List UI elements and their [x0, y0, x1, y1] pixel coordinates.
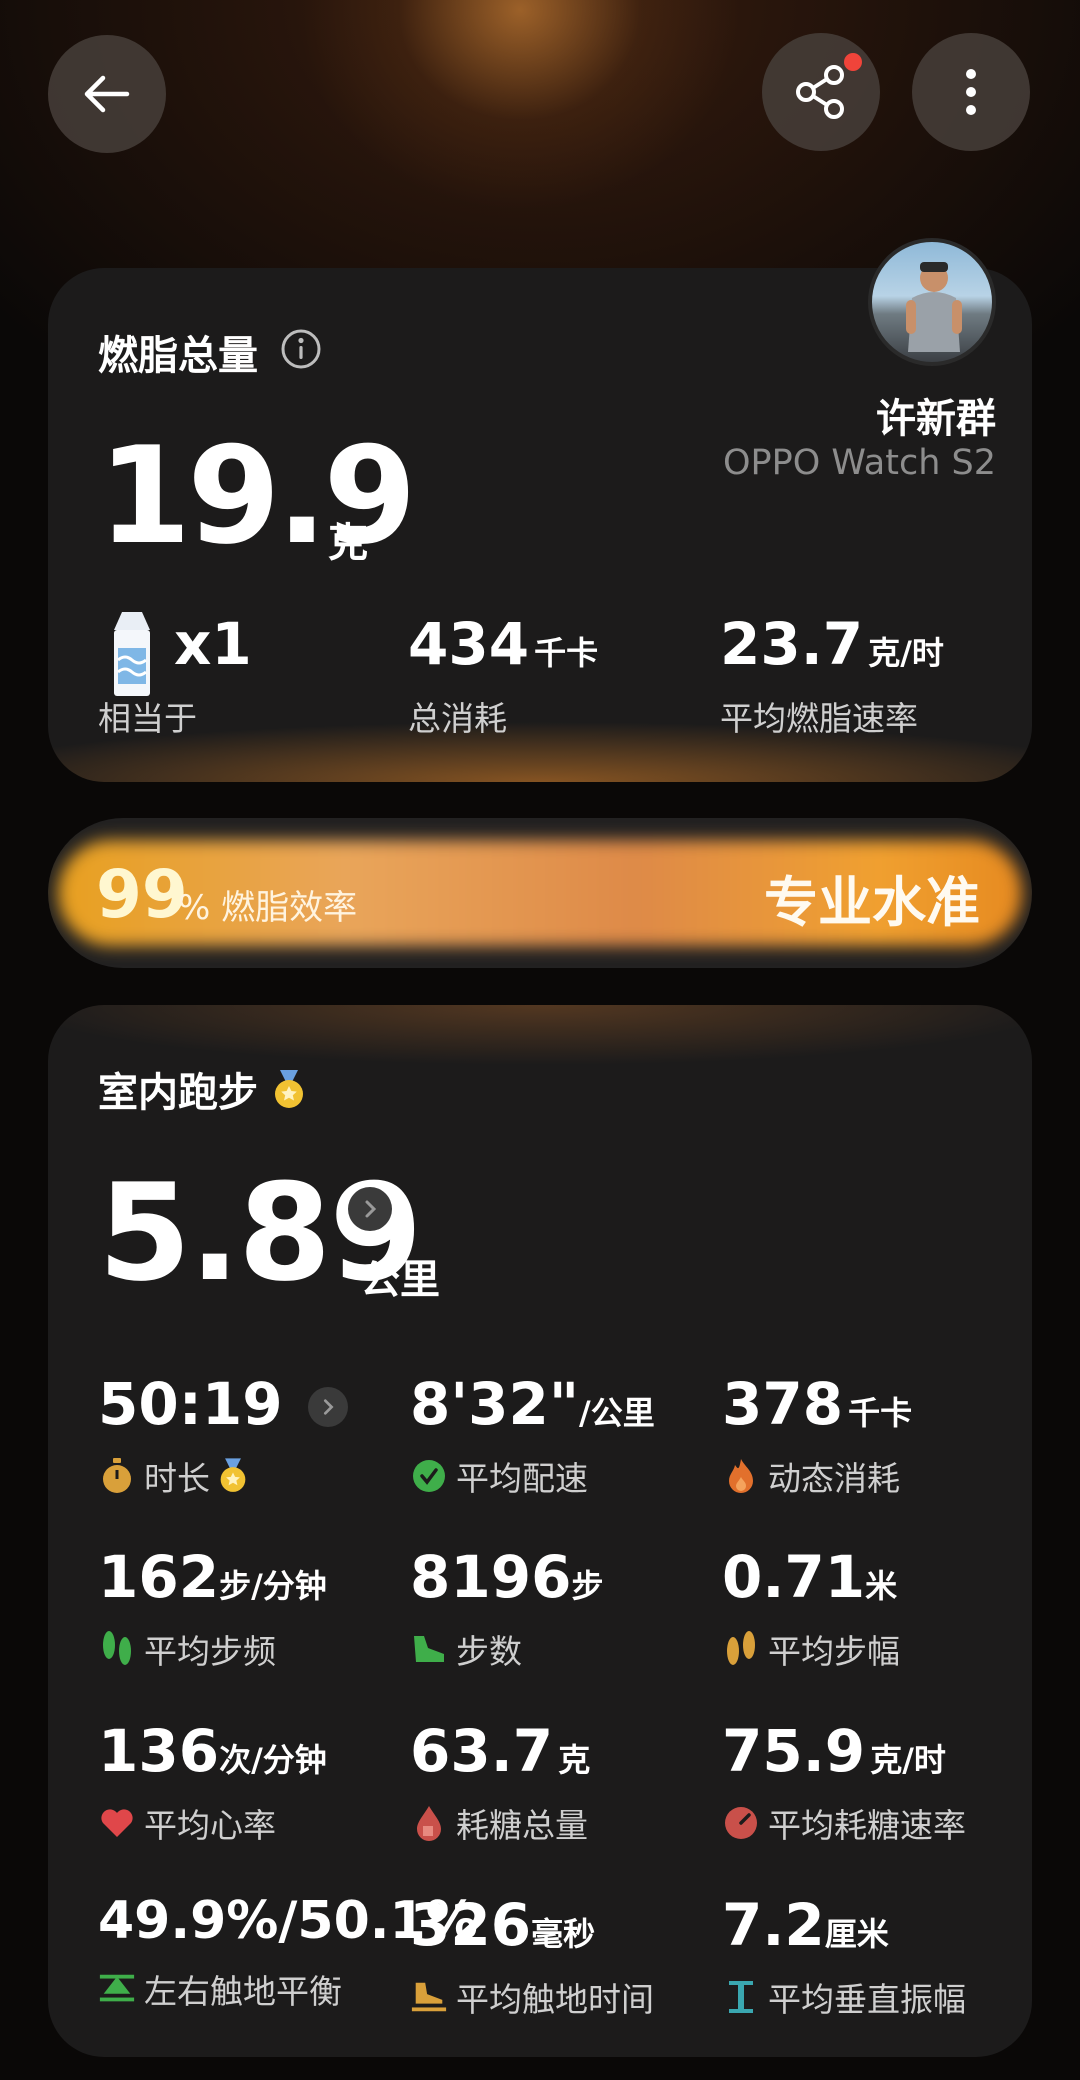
efficiency-label: % 燃脂效率: [178, 888, 358, 928]
fat-total-unit: 克: [328, 520, 368, 566]
distance-unit: 公里: [360, 1257, 440, 1303]
device-name: OPPO Watch S2: [722, 443, 996, 483]
avg-fat-rate-value: 23.7 克/时: [720, 610, 944, 678]
metric-avg-stride: 0.71米 平均步幅: [722, 1543, 900, 1671]
footprints-icon: [727, 1631, 755, 1665]
metric-lr-balance: 49.9%/50.1% 左右触地平衡: [98, 1891, 478, 2011]
more-button[interactable]: [912, 33, 1030, 151]
gauge-icon: [725, 1807, 757, 1839]
card-glow: [48, 1005, 1032, 1065]
metric-duration: 50:19 时长: [98, 1370, 410, 1500]
chevron-right-icon: [365, 1200, 377, 1218]
metric-avg-sugar-rate: 75.9 克/时 平均耗糖速率: [722, 1717, 966, 1845]
shoe-icon: [414, 1636, 444, 1662]
pace-check-icon: [413, 1460, 445, 1492]
sugar-drop-icon: [417, 1806, 441, 1841]
share-icon: [796, 65, 844, 119]
balance-icon: [99, 1974, 135, 2002]
milk-carton-icon: [114, 612, 150, 696]
user-name: 许新群: [876, 396, 996, 442]
avatar[interactable]: [868, 238, 996, 366]
arrow-left-icon: [84, 75, 130, 113]
footprints-icon: [103, 1631, 131, 1665]
medal-icon: [220, 1458, 246, 1492]
heart-icon: [101, 1809, 133, 1837]
metric-active-calories: 378 千卡 动态消耗: [722, 1370, 913, 1498]
run-title: 室内跑步: [98, 1060, 306, 1118]
back-button[interactable]: [48, 35, 166, 153]
fat-total-title: 燃脂总量: [98, 333, 258, 379]
efficiency-level: 专业水准: [764, 871, 980, 934]
efficiency-value: 99: [96, 856, 188, 933]
total-consumption-label: 总消耗: [408, 699, 507, 738]
medal-icon: [274, 1070, 303, 1108]
total-consumption-value: 434 千卡: [408, 610, 599, 678]
indoor-run-card: 室内跑步 5.89 公里 50:19 时长 8'32"/公里 平均配速 378 …: [48, 1005, 1032, 2057]
vertical-icon: [729, 1981, 753, 2013]
metric-avg-pace: 8'32"/公里 平均配速: [410, 1370, 655, 1498]
more-vertical-icon: [966, 69, 976, 115]
metric-steps: 8196步 步数: [410, 1543, 604, 1671]
notification-dot: [844, 53, 862, 71]
metric-avg-cadence: 162步/分钟 平均步频: [98, 1543, 327, 1671]
distance-detail-button[interactable]: [348, 1187, 392, 1231]
duration-detail-button[interactable]: [307, 1387, 348, 1427]
fat-efficiency-bar: 99 % 燃脂效率 专业水准: [48, 818, 1032, 968]
milk-equivalent-value: x1: [174, 610, 252, 678]
runner-photo: [906, 262, 962, 352]
chevron-right-icon: [323, 1399, 334, 1415]
workout-detail-page: 燃脂总量 19.9 克 许新群 OPPO Watch S2 x1 相当于 434…: [0, 0, 1080, 2080]
metric-avg-heart-rate: 136次/分钟 平均心率: [98, 1717, 327, 1845]
metric-ground-contact-time: 326毫秒 平均触地时间: [410, 1891, 654, 2019]
metric-total-sugar: 63.7 克 耗糖总量: [410, 1717, 591, 1845]
equivalent-label: 相当于: [98, 699, 197, 738]
info-icon[interactable]: [280, 328, 322, 370]
flame-icon: [729, 1459, 753, 1493]
ground-contact-icon: [411, 1982, 447, 2012]
stopwatch-icon: [103, 1458, 131, 1493]
share-button[interactable]: [762, 33, 880, 151]
metric-vertical-oscillation: 7.2厘米 平均垂直振幅: [722, 1891, 966, 2019]
avg-fat-rate-label: 平均燃脂速率: [720, 699, 918, 738]
